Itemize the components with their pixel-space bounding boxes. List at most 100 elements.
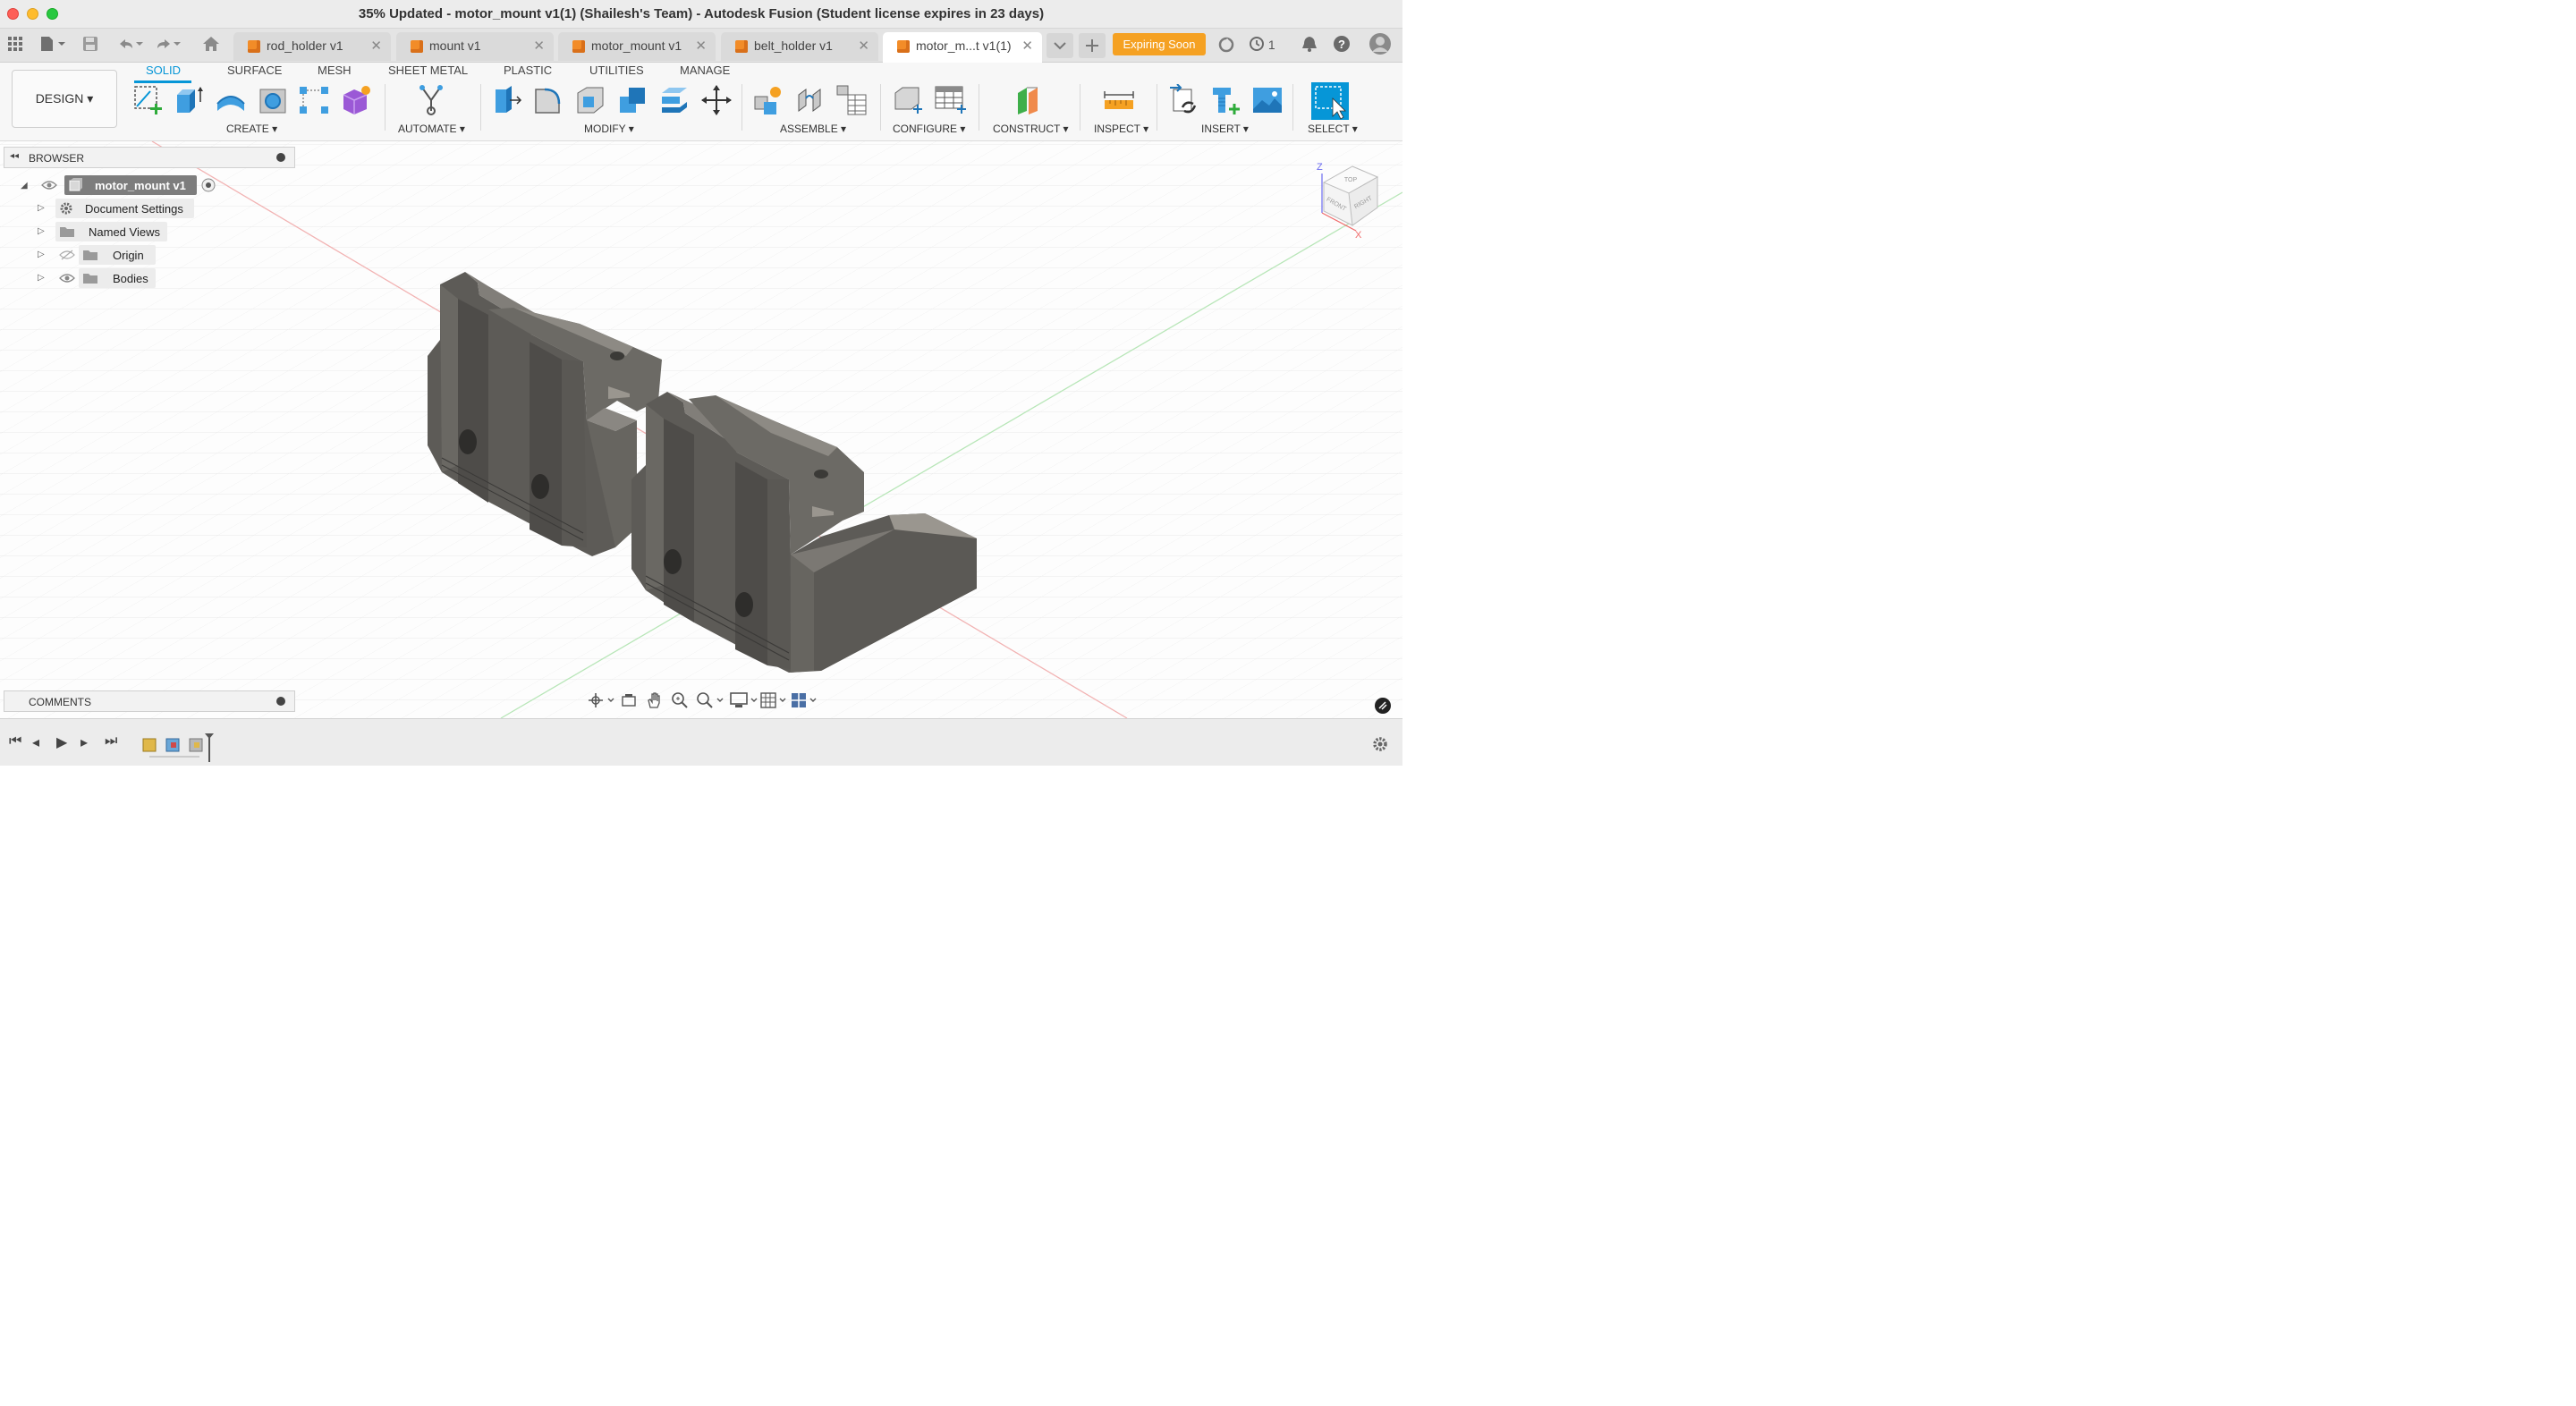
browser-options-icon[interactable] — [276, 153, 285, 162]
browser-root-item[interactable]: motor_mount v1 — [64, 175, 197, 195]
expand-root-icon[interactable]: ◢ — [21, 181, 28, 191]
hidden-eye-icon[interactable] — [59, 250, 75, 260]
file-menu-icon[interactable] — [39, 36, 66, 56]
browser-item-origin[interactable]: Origin — [79, 245, 156, 265]
hole-icon[interactable] — [257, 84, 289, 116]
automate-group-label[interactable]: AUTOMATE ▾ — [398, 123, 465, 135]
revolve-icon[interactable] — [215, 84, 247, 116]
expand-bodies-icon[interactable]: ▷ — [38, 273, 45, 283]
notifications-icon[interactable] — [1301, 36, 1318, 56]
document-tab-rod-holder[interactable]: rod_holder v1 ✕ — [233, 32, 391, 61]
save-icon[interactable] — [82, 36, 98, 56]
automate-icon[interactable] — [415, 84, 447, 116]
step-forward-icon[interactable]: ▸ — [80, 733, 88, 751]
press-pull-icon[interactable] — [490, 84, 522, 116]
configure-group-label[interactable]: CONFIGURE ▾ — [893, 123, 965, 135]
insert-canvas-icon[interactable] — [1251, 84, 1284, 116]
redo-icon[interactable] — [154, 36, 182, 56]
display-settings-icon[interactable] — [730, 691, 758, 709]
create-sketch-icon[interactable] — [132, 84, 165, 116]
add-comment-icon[interactable] — [276, 697, 285, 706]
home-icon[interactable] — [202, 36, 220, 56]
insert-derive-icon[interactable] — [1168, 84, 1200, 116]
move-icon[interactable] — [700, 84, 733, 116]
combine-icon[interactable] — [616, 84, 648, 116]
close-tab-icon[interactable]: ✕ — [695, 38, 707, 54]
bill-of-materials-icon[interactable] — [835, 84, 868, 116]
close-tab-icon[interactable]: ✕ — [533, 38, 545, 54]
expand-named-views-icon[interactable]: ▷ — [38, 226, 45, 236]
modify-group-label[interactable]: MODIFY ▾ — [584, 123, 634, 135]
user-avatar[interactable] — [1368, 32, 1392, 60]
document-tab-belt-holder[interactable]: belt_holder v1 ✕ — [721, 32, 878, 61]
app-grid-icon[interactable] — [7, 36, 23, 56]
tab-solid[interactable]: SOLID — [146, 64, 181, 77]
timeline-settings-gear-icon[interactable] — [1372, 736, 1388, 752]
insert-group-label[interactable]: INSERT ▾ — [1201, 123, 1249, 135]
select-group-label[interactable]: SELECT ▾ — [1308, 123, 1358, 135]
tab-manage[interactable]: MANAGE — [680, 64, 730, 77]
job-status[interactable]: 1 — [1249, 36, 1275, 52]
close-tab-icon[interactable]: ✕ — [370, 38, 382, 54]
offset-face-icon[interactable] — [658, 84, 691, 116]
configure-design-icon[interactable] — [892, 84, 924, 116]
new-component-icon[interactable] — [751, 84, 784, 116]
orbit-icon[interactable] — [587, 692, 615, 708]
step-back-icon[interactable]: ◂ — [32, 733, 39, 751]
close-tab-icon[interactable]: ✕ — [1021, 38, 1033, 54]
configuration-table-icon[interactable] — [934, 84, 966, 116]
tab-utilities[interactable]: UTILITIES — [589, 64, 644, 77]
collapse-browser-icon[interactable]: ◂◂ — [10, 151, 19, 161]
model-canvas[interactable]: TOP FRONT RIGHT Z X — [0, 141, 1402, 718]
tab-plastic[interactable]: PLASTIC — [504, 64, 552, 77]
expand-document-settings-icon[interactable]: ▷ — [38, 203, 45, 213]
comments-panel[interactable]: COMMENTS — [4, 690, 295, 712]
fit-zoom-icon[interactable] — [696, 691, 724, 709]
sync-icon[interactable] — [1217, 36, 1235, 58]
expand-origin-icon[interactable]: ▷ — [38, 250, 45, 259]
pan-icon[interactable] — [646, 691, 662, 709]
undo-icon[interactable] — [116, 36, 145, 56]
timeline-features[interactable] — [140, 730, 221, 764]
help-icon[interactable]: ? — [1333, 35, 1351, 57]
fillet-icon[interactable] — [532, 84, 564, 116]
document-tab-motor-mount[interactable]: motor_mount v1 ✕ — [558, 32, 716, 61]
construct-plane-icon[interactable] — [1014, 84, 1046, 116]
joint-icon[interactable] — [793, 84, 826, 116]
visibility-eye-icon[interactable] — [59, 273, 75, 284]
pattern-icon[interactable] — [298, 84, 330, 116]
expiring-soon-button[interactable]: Expiring Soon — [1113, 33, 1206, 55]
play-icon[interactable]: ▶ — [56, 733, 67, 751]
go-to-end-icon[interactable]: ⏭ — [105, 733, 117, 750]
extrude-icon[interactable] — [174, 84, 206, 116]
construct-group-label[interactable]: CONSTRUCT ▾ — [993, 123, 1068, 135]
browser-item-document-settings[interactable]: Document Settings — [55, 199, 194, 218]
look-at-icon[interactable] — [621, 692, 637, 708]
inspect-group-label[interactable]: INSPECT ▾ — [1094, 123, 1148, 135]
quick-setup-icon[interactable] — [1374, 697, 1392, 715]
tab-surface[interactable]: SURFACE — [227, 64, 282, 77]
zoom-icon[interactable] — [671, 691, 689, 709]
document-tab-mount[interactable]: mount v1 ✕ — [396, 32, 554, 61]
go-to-start-icon[interactable]: ⏮ — [9, 733, 21, 750]
browser-item-bodies[interactable]: Bodies — [79, 268, 156, 288]
viewports-icon[interactable] — [791, 691, 819, 709]
browser-item-named-views[interactable]: Named Views — [55, 222, 167, 241]
select-icon[interactable] — [1311, 82, 1349, 120]
measure-icon[interactable] — [1103, 84, 1135, 116]
assemble-group-label[interactable]: ASSEMBLE ▾ — [780, 123, 846, 135]
grid-settings-icon[interactable] — [760, 691, 789, 709]
tab-sheet-metal[interactable]: SHEET METAL — [388, 64, 468, 77]
close-tab-icon[interactable]: ✕ — [858, 38, 869, 54]
activate-component-icon[interactable] — [201, 178, 216, 192]
tab-mesh[interactable]: MESH — [318, 64, 352, 77]
sketch-feature-icon[interactable] — [142, 738, 157, 752]
create-form-icon[interactable] — [340, 84, 372, 116]
tab-overflow-button[interactable] — [1046, 33, 1073, 58]
3d-viewport[interactable]: TOP FRONT RIGHT Z X — [0, 141, 1402, 718]
document-tab-motor-mount-copy[interactable]: motor_m...t v1(1) ✕ — [883, 32, 1042, 63]
workspace-switcher[interactable]: DESIGN ▾ — [12, 70, 117, 128]
visibility-eye-icon[interactable] — [41, 180, 57, 191]
create-group-label[interactable]: CREATE ▾ — [226, 123, 277, 135]
insert-mcmaster-icon[interactable] — [1209, 84, 1241, 116]
